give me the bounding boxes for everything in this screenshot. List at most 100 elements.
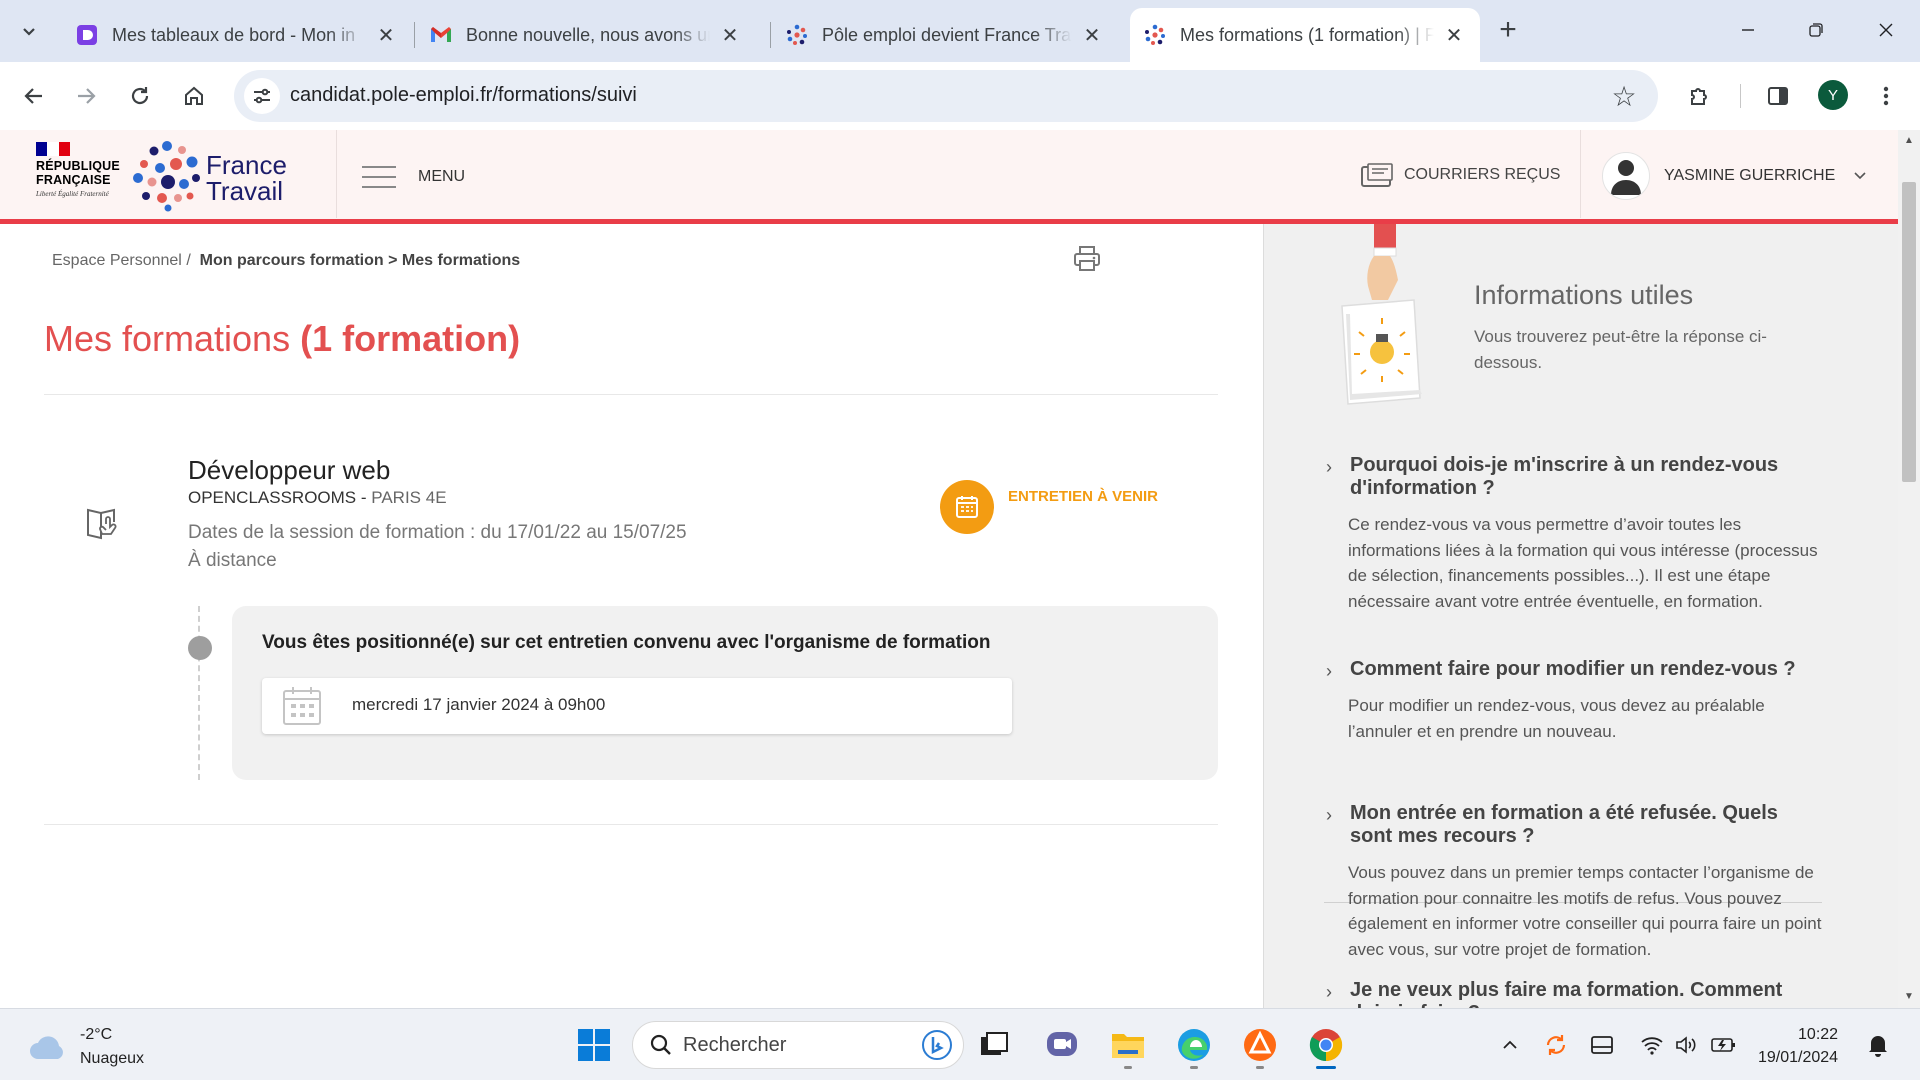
timeline-dot xyxy=(188,636,212,660)
site-settings-icon[interactable] xyxy=(244,78,280,114)
user-name: YASMINE GUERRICHE xyxy=(1664,167,1836,184)
wifi-icon[interactable] xyxy=(1636,1029,1668,1061)
faq-question[interactable]: › Pourquoi dois-je m'inscrire à un rende… xyxy=(1324,454,1824,500)
faq-question[interactable]: › Mon entrée en formation a été refusée.… xyxy=(1324,802,1824,848)
breadcrumb-current: Mon parcours formation > Mes formations xyxy=(199,252,521,269)
courriers-label: COURRIERS REÇUS xyxy=(1404,166,1561,183)
restore-button[interactable] xyxy=(1786,10,1846,50)
forward-button[interactable] xyxy=(66,76,106,116)
tab-separator xyxy=(770,22,771,48)
close-tab-icon[interactable]: ✕ xyxy=(1442,23,1466,47)
scroll-down-icon[interactable]: ▼ xyxy=(1902,990,1916,1004)
france-travail-logo-icon[interactable] xyxy=(132,140,202,212)
display-tray-icon[interactable] xyxy=(1586,1029,1618,1061)
volume-icon[interactable] xyxy=(1670,1029,1702,1061)
tab-dashboards[interactable]: Mes tableaux de bord - Mon in ✕ xyxy=(62,8,412,62)
windows-taskbar: -2°C Nuageux Rechercher 10:22 19/01/2024 xyxy=(0,1008,1920,1080)
battery-charging-icon[interactable] xyxy=(1708,1029,1740,1061)
url-text[interactable]: candidat.pole-emploi.fr/formations/suivi xyxy=(290,84,637,107)
site-header: RÉPUBLIQUE FRANÇAISE Liberté Égalité Fra… xyxy=(0,130,1898,224)
faq-item[interactable]: › Comment faire pour modifier un rendez-… xyxy=(1324,658,1824,744)
minimize-button[interactable] xyxy=(1718,10,1778,50)
arrow-right-icon xyxy=(78,88,96,104)
faq-question[interactable]: › Je ne veux plus faire ma formation. Co… xyxy=(1324,979,1824,1008)
edge-button[interactable] xyxy=(1170,1021,1218,1069)
start-button[interactable] xyxy=(570,1021,618,1069)
republic-motto: Liberté Égalité Fraternité xyxy=(36,190,109,198)
file-explorer-button[interactable] xyxy=(1104,1021,1152,1069)
notifications-bell-icon[interactable] xyxy=(1862,1029,1894,1061)
republique-francaise-logo[interactable]: RÉPUBLIQUE FRANÇAISE Liberté Égalité Fra… xyxy=(36,142,120,214)
header-divider xyxy=(1580,130,1581,218)
close-tab-icon[interactable]: ✕ xyxy=(374,23,398,47)
page-title: Mes formations (1 formation) xyxy=(44,318,520,360)
formation-dates: Dates de la session de formation : du 17… xyxy=(188,522,687,543)
sidebar-title: Informations utiles xyxy=(1474,280,1694,310)
minimize-icon xyxy=(1742,29,1754,31)
puzzle-icon xyxy=(1691,88,1707,105)
page-viewport: RÉPUBLIQUE FRANÇAISE Liberté Égalité Fra… xyxy=(0,130,1898,1008)
tab-search-button[interactable] xyxy=(10,12,48,50)
page-title-text: Mes formations xyxy=(44,318,291,359)
menu-button[interactable]: MENU xyxy=(362,160,465,194)
tab-france-travail-news[interactable]: Pôle emploi devient France Trav ✕ xyxy=(772,8,1118,62)
close-tab-icon[interactable]: ✕ xyxy=(718,23,742,47)
formation-mode: À distance xyxy=(188,550,277,571)
sidebar-subtitle: Vous trouverez peut-être la réponse ci-d… xyxy=(1474,327,1767,372)
faq-answer: Vous pouvez dans un premier temps contac… xyxy=(1348,863,1822,959)
close-window-button[interactable] xyxy=(1856,10,1916,50)
task-view-button[interactable] xyxy=(970,1021,1018,1069)
scroll-thumb[interactable] xyxy=(1902,182,1916,482)
breadcrumb-separator: / xyxy=(186,252,191,269)
organization-name: OPENCLASSROOMS xyxy=(188,488,357,507)
weather-widget[interactable]: -2°C Nuageux xyxy=(28,1023,144,1071)
tab-gmail[interactable]: Bonne nouvelle, nous avons un ✕ xyxy=(416,8,756,62)
browser-menu-button[interactable] xyxy=(1866,76,1906,116)
close-tab-icon[interactable]: ✕ xyxy=(1080,23,1104,47)
faq-item[interactable]: › Je ne veux plus faire ma formation. Co… xyxy=(1324,979,1824,1008)
event-date-box: mercredi 17 janvier 2024 à 09h00 xyxy=(262,678,1012,734)
faq-item[interactable]: › Pourquoi dois-je m'inscrire à un rende… xyxy=(1324,454,1824,614)
folder-icon xyxy=(1112,1034,1144,1058)
chrome-button[interactable] xyxy=(1302,1021,1350,1069)
faq-answer: Ce rendez-vous va vous permettre d’avoir… xyxy=(1348,515,1818,611)
header-divider xyxy=(336,130,337,218)
clock-date: 19/01/2024 xyxy=(1758,1049,1839,1066)
running-indicator xyxy=(1190,1066,1198,1069)
print-icon[interactable] xyxy=(1072,244,1102,274)
scroll-up-icon[interactable]: ▲ xyxy=(1902,134,1916,148)
france-travail-wordmark[interactable]: France Travail xyxy=(206,152,287,204)
courriers-recus-link[interactable]: COURRIERS REÇUS xyxy=(1360,162,1560,188)
chevron-down-icon xyxy=(1853,168,1867,184)
event-description: Vous êtes positionné(e) sur cet entretie… xyxy=(262,632,991,653)
extensions-button[interactable] xyxy=(1680,76,1720,116)
tab-mes-formations[interactable]: Mes formations (1 formation) | F ✕ xyxy=(1130,8,1480,62)
back-button[interactable] xyxy=(14,76,54,116)
faq-item[interactable]: › Mon entrée en formation a été refusée.… xyxy=(1324,802,1824,962)
profile-avatar[interactable]: Y xyxy=(1818,80,1848,110)
taskbar-search[interactable]: Rechercher xyxy=(632,1021,964,1069)
formation-title[interactable]: Développeur web xyxy=(188,455,390,486)
system-clock[interactable]: 10:22 19/01/2024 xyxy=(1758,1023,1838,1069)
bing-icon xyxy=(922,1030,952,1060)
app-button[interactable] xyxy=(1236,1021,1284,1069)
sync-tray-icon[interactable] xyxy=(1540,1029,1572,1061)
teams-chat-button[interactable] xyxy=(1038,1021,1086,1069)
user-menu[interactable]: YASMINE GUERRICHE xyxy=(1602,152,1867,200)
faq-question[interactable]: › Comment faire pour modifier un rendez-… xyxy=(1324,658,1824,681)
breadcrumb-home-link[interactable]: Espace Personnel xyxy=(52,252,182,269)
side-panel-button[interactable] xyxy=(1758,76,1798,116)
home-button[interactable] xyxy=(174,76,214,116)
event-card: Vous êtes positionné(e) sur cet entretie… xyxy=(232,606,1218,780)
formation-location: PARIS 4E xyxy=(371,488,447,507)
clock-time: 10:22 xyxy=(1798,1026,1839,1043)
show-hidden-icons-button[interactable] xyxy=(1494,1029,1526,1061)
republic-text: RÉPUBLIQUE FRANÇAISE xyxy=(36,159,120,187)
page-scrollbar[interactable]: ▲ ▼ xyxy=(1898,130,1920,1008)
new-tab-button[interactable]: + xyxy=(1492,13,1524,46)
address-bar[interactable]: candidat.pole-emploi.fr/formations/suivi… xyxy=(234,70,1658,122)
reload-button[interactable] xyxy=(120,76,160,116)
chevron-right-icon: › xyxy=(1326,661,1332,681)
bookmark-star-icon[interactable]: ☆ xyxy=(1610,81,1638,112)
faq-answer: Pour modifier un rendez-vous, vous devez… xyxy=(1348,696,1765,741)
